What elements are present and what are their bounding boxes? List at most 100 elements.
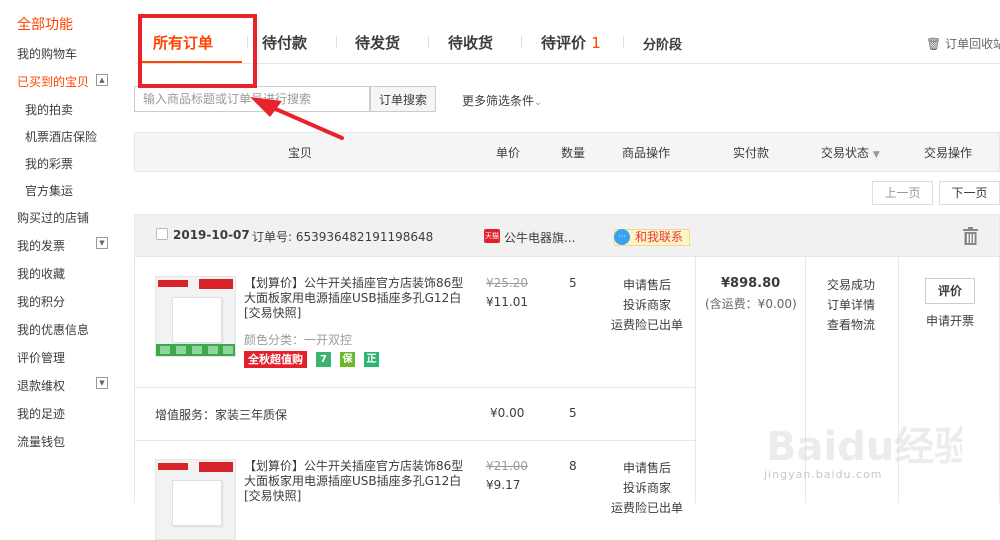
service-price: ¥0.00 (490, 406, 525, 420)
original-price: ¥21.00 (486, 459, 528, 473)
sidebar-item-refunds[interactable]: 退款维权 (17, 377, 65, 394)
column-header-item-actions: 商品操作 (622, 146, 671, 160)
sidebar-item-travel[interactable]: 机票酒店保险 (25, 128, 97, 145)
sidebar-item-reviews[interactable]: 评价管理 (17, 349, 65, 366)
shipping-insurance-link[interactable]: 运费险已出单 (608, 499, 686, 516)
seven-day-return-icon: 7 (316, 352, 331, 367)
sidebar-item-points[interactable]: 我的积分 (17, 293, 65, 310)
paid-amount: ¥898.80 (721, 276, 781, 291)
product-thumbnail[interactable] (155, 276, 236, 357)
row-divider (134, 440, 695, 441)
store-tag (199, 279, 233, 289)
tab-label: 待评价 (541, 34, 587, 52)
apply-after-sales-link[interactable]: 申请售后 (614, 276, 680, 293)
complain-seller-link[interactable]: 投诉商家 (614, 296, 680, 313)
sidebar-item-auction[interactable]: 我的拍卖 (25, 101, 73, 118)
review-button[interactable]: 评价 (925, 278, 975, 304)
next-page-button[interactable]: 下一页 (939, 181, 1000, 205)
order-number: 订单号: 653936482191198648 (252, 230, 434, 244)
sidebar: 全部功能 我的购物车 已买到的宝贝 ▲ 我的拍卖 机票酒店保险 我的彩票 官方集… (0, 0, 125, 503)
service-quantity: 5 (569, 406, 577, 420)
sidebar-item-favorites[interactable]: 我的收藏 (17, 265, 65, 282)
order-details-link[interactable]: 订单详情 (827, 296, 875, 313)
item-quantity: 8 (569, 459, 577, 473)
trash-icon: 🗑 (926, 37, 942, 51)
product-title-link[interactable]: 【划算价】公牛开关插座官方店装饰86型大面板家用电源插座USB插座多孔G12白 … (244, 459, 469, 504)
caret-down-icon: ▼ (872, 150, 880, 160)
tabs-divider (135, 63, 1000, 64)
tab-separator (521, 36, 522, 48)
sidebar-item-shipping[interactable]: 官方集运 (25, 182, 73, 199)
apply-invoice-link[interactable]: 申请开票 (926, 312, 974, 329)
tab-pending-shipment[interactable]: 待发货 (355, 32, 400, 53)
sidebar-item-cart[interactable]: 我的购物车 (17, 45, 77, 62)
sidebar-item-data-wallet[interactable]: 流量钱包 (17, 433, 65, 450)
product-thumbnail[interactable] (155, 459, 236, 540)
recycle-bin-link[interactable]: 🗑 订单回收站 (926, 35, 1000, 52)
expand-toggle-icon[interactable]: ▼ (96, 237, 108, 249)
delete-order-icon[interactable] (962, 227, 979, 245)
recycle-bin-label: 订单回收站 (945, 37, 1000, 51)
tmall-icon: 天猫 (484, 229, 500, 243)
expand-toggle-icon[interactable]: ▼ (96, 377, 108, 389)
original-price: ¥25.20 (486, 276, 528, 290)
column-header-quantity: 数量 (561, 146, 586, 160)
tab-separator (336, 36, 337, 48)
tab-pending-review[interactable]: 待评价 1 (541, 32, 601, 53)
tab-pending-payment[interactable]: 待付款 (262, 32, 307, 53)
sidebar-item-all-functions[interactable]: 全部功能 (17, 14, 73, 34)
more-filters-label: 更多筛选条件 (462, 94, 535, 108)
order-search-button[interactable]: 订单搜索 (370, 86, 436, 112)
column-header-actions: 交易操作 (924, 146, 973, 160)
apply-after-sales-link[interactable]: 申请售后 (614, 459, 680, 476)
column-header-paid: 实付款 (733, 146, 770, 160)
order-date: 2019-10-07 (173, 228, 250, 242)
tab-separator (428, 36, 429, 48)
tab-installments[interactable]: 分阶段 (643, 34, 682, 53)
authentic-icon: 正 (364, 352, 379, 367)
item-quantity: 5 (569, 276, 577, 290)
feature-strip (156, 344, 235, 356)
guarantee-icon: 保 (340, 352, 355, 367)
watermark-url: jingyan.baidu.com (764, 468, 883, 481)
sidebar-item-coupons[interactable]: 我的优惠信息 (17, 321, 89, 338)
promo-badge: 全秋超值购 (244, 351, 307, 368)
unit-price: ¥9.17 (486, 478, 521, 492)
view-logistics-link[interactable]: 查看物流 (827, 316, 875, 333)
shipping-fee: (含运费：¥0.00) (705, 297, 797, 311)
brand-logo (158, 280, 188, 287)
store-tag (199, 462, 233, 472)
shipping-insurance-link[interactable]: 运费险已出单 (608, 316, 686, 333)
complain-seller-link[interactable]: 投诉商家 (614, 479, 680, 496)
product-title-link[interactable]: 【划算价】公牛开关插座官方店装饰86型大面板家用电源插座USB插座多孔G12白 … (244, 276, 469, 321)
prev-page-button[interactable]: 上一页 (872, 181, 933, 205)
tab-pending-receipt[interactable]: 待收货 (448, 32, 493, 53)
chat-bubble-icon: ··· (614, 229, 630, 245)
column-divider (695, 257, 696, 503)
sidebar-item-bought[interactable]: 已买到的宝贝 (17, 73, 89, 90)
order-checkbox[interactable] (156, 228, 168, 240)
collapse-toggle-icon[interactable]: ▲ (96, 74, 108, 86)
sidebar-item-history[interactable]: 我的足迹 (17, 405, 65, 422)
row-divider (134, 387, 695, 388)
more-filters-toggle[interactable]: 更多筛选条件⌄ (462, 92, 542, 109)
search-input[interactable] (134, 86, 370, 112)
count-badge: 1 (591, 34, 601, 52)
unit-price: ¥11.01 (486, 295, 528, 309)
sidebar-item-stores[interactable]: 购买过的店铺 (17, 209, 89, 226)
highlight-box (138, 14, 257, 88)
trade-status: 交易成功 (827, 278, 876, 292)
column-header-item: 宝贝 (288, 146, 313, 160)
product-sku: 颜色分类：一开双控 (244, 333, 353, 347)
socket-panel-image (172, 480, 222, 526)
chevron-down-icon: ⌄ (534, 97, 543, 108)
watermark-logo-text: Baidu经验 (766, 424, 962, 470)
socket-panel-image (172, 297, 222, 343)
sidebar-item-lottery[interactable]: 我的彩票 (25, 155, 73, 172)
brand-logo (158, 463, 188, 470)
column-header-price: 单价 (496, 146, 521, 160)
tab-separator (623, 36, 624, 48)
sidebar-item-invoice[interactable]: 我的发票 (17, 237, 65, 254)
shop-name-link[interactable]: 公牛电器旗... (504, 229, 575, 246)
column-header-status[interactable]: 交易状态 ▼ (821, 144, 880, 161)
